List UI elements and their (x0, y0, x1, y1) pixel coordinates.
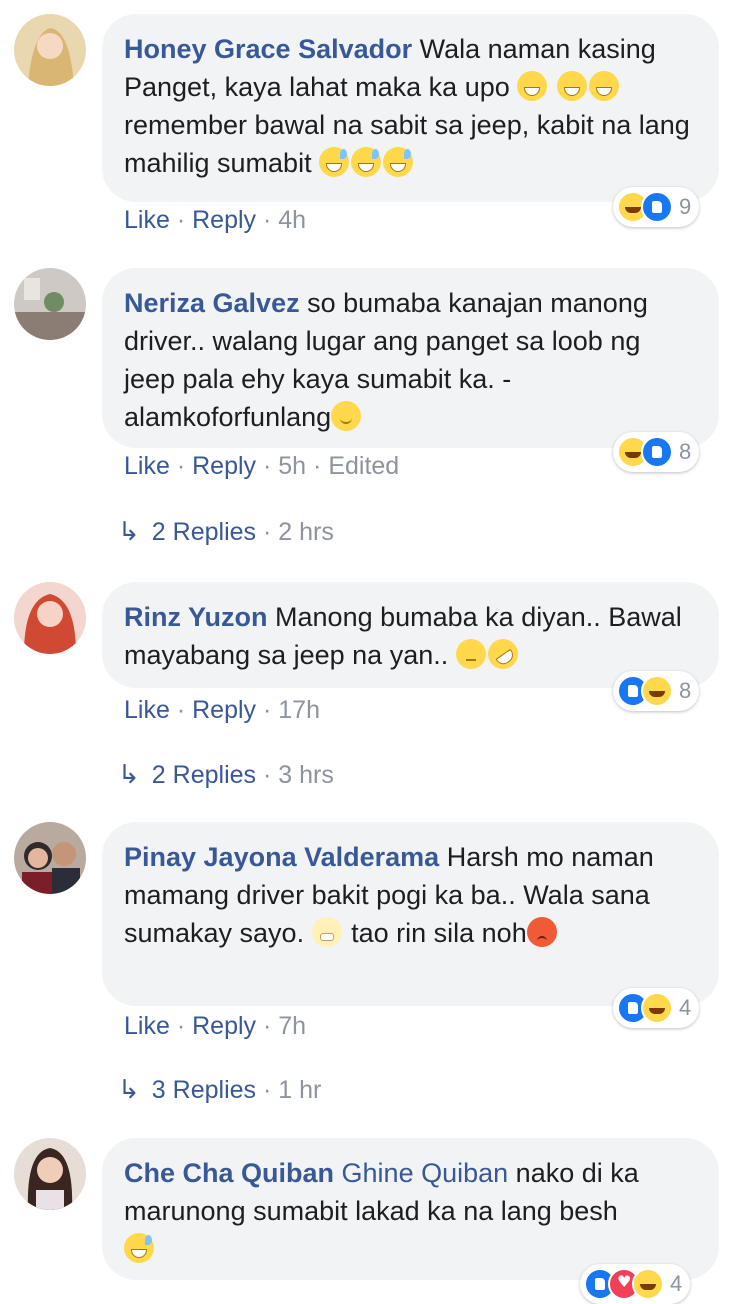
view-replies[interactable]: ↳ 2 Replies · 2 hrs (118, 517, 334, 547)
grinning-emoji-icon (517, 71, 548, 101)
reaction-summary[interactable]: 8 (613, 671, 700, 711)
comment-actions: Like · Reply · 7h (124, 1012, 307, 1040)
reaction-summary[interactable]: 4 (613, 988, 700, 1028)
comment-actions: Like · Reply · 5h · Edited (124, 452, 400, 480)
reply-arrow-icon: ↳ (118, 760, 140, 790)
avatar[interactable] (14, 14, 86, 86)
reaction-summary[interactable]: 9 (613, 187, 700, 227)
face-with-rolling-eyes-emoji-icon (455, 639, 486, 669)
reply-arrow-icon: ↳ (118, 517, 140, 547)
avatar[interactable] (14, 822, 86, 894)
replies-time: 3 hrs (278, 761, 334, 789)
comment-actions: Like · Reply · 17h (124, 696, 320, 724)
reaction-summary[interactable]: 8 (613, 432, 700, 472)
like-link[interactable]: Like (124, 696, 170, 724)
avatar[interactable] (14, 1138, 86, 1210)
timestamp[interactable]: 4h (278, 206, 306, 234)
comment-bubble: Neriza Galvez so bumaba kanajan manong d… (102, 268, 719, 448)
view-replies[interactable]: ↳ 2 Replies · 3 hrs (118, 760, 334, 790)
avatar[interactable] (14, 268, 86, 340)
reply-link[interactable]: Reply (192, 452, 256, 480)
comment-author[interactable]: Neriza Galvez (124, 288, 300, 318)
like-link[interactable]: Like (124, 206, 170, 234)
comment-bubble: Honey Grace Salvador Wala naman kasing P… (102, 14, 719, 202)
comment-text: tao rin sila noh (351, 918, 527, 948)
like-link[interactable]: Like (124, 1012, 170, 1040)
reaction-count: 8 (679, 439, 692, 464)
reply-arrow-icon: ↳ (118, 1075, 140, 1105)
reply-link[interactable]: Reply (192, 696, 256, 724)
avatar[interactable] (14, 582, 86, 654)
reaction-count: 8 (679, 678, 692, 703)
replies-time: 2 hrs (278, 518, 334, 546)
reaction-count: 4 (679, 995, 692, 1020)
like-reaction-icon (641, 436, 673, 468)
angry-face-emoji-icon (526, 917, 557, 947)
comment-author[interactable]: Honey Grace Salvador (124, 34, 412, 64)
like-link[interactable]: Like (124, 452, 170, 480)
comment-author[interactable]: Rinz Yuzon (124, 602, 268, 632)
reply-link[interactable]: Reply (192, 1012, 256, 1040)
haha-reaction-icon (632, 1268, 664, 1300)
comment-bubble: Pinay Jayona Valderama Harsh mo naman ma… (102, 822, 719, 1006)
reply-link[interactable]: Reply (192, 206, 256, 234)
timestamp[interactable]: 17h (278, 696, 320, 724)
haha-reaction-icon (641, 992, 673, 1024)
reaction-summary[interactable]: 4 (580, 1264, 691, 1304)
grinning-emoji-icon (588, 71, 619, 101)
comment-author[interactable]: Pinay Jayona Valderama (124, 842, 439, 872)
haha-reaction-icon (641, 675, 673, 707)
reaction-count: 4 (670, 1271, 683, 1296)
sweat-smile-emoji-icon (383, 147, 414, 177)
edited-label[interactable]: Edited (328, 452, 399, 480)
replies-link[interactable]: 3 Replies (152, 1076, 256, 1104)
grinning-emoji-icon (556, 71, 587, 101)
smiling-emoji-icon (331, 401, 362, 431)
replies-link[interactable]: 2 Replies (152, 518, 256, 546)
reaction-count: 9 (679, 194, 692, 219)
face-with-steam-emoji-icon (311, 917, 342, 947)
sweat-smile-emoji-icon (124, 1233, 154, 1263)
timestamp[interactable]: 5h (278, 452, 306, 480)
sweat-smile-emoji-icon (319, 147, 350, 177)
comment-bubble: Che Cha Quiban Ghine Quiban nako di ka m… (102, 1138, 719, 1280)
replies-time: 1 hr (278, 1076, 322, 1104)
timestamp[interactable]: 7h (278, 1012, 306, 1040)
comment-actions: Like · Reply · 4h (124, 206, 307, 234)
mention-link[interactable]: Ghine Quiban (342, 1158, 509, 1188)
sweat-smile-emoji-icon (351, 147, 382, 177)
view-replies[interactable]: ↳ 3 Replies · 1 hr (118, 1075, 321, 1105)
replies-link[interactable]: 2 Replies (152, 761, 256, 789)
rolling-on-floor-laughing-emoji-icon (481, 633, 524, 675)
like-reaction-icon (641, 191, 673, 223)
comment-author[interactable]: Che Cha Quiban (124, 1158, 334, 1188)
